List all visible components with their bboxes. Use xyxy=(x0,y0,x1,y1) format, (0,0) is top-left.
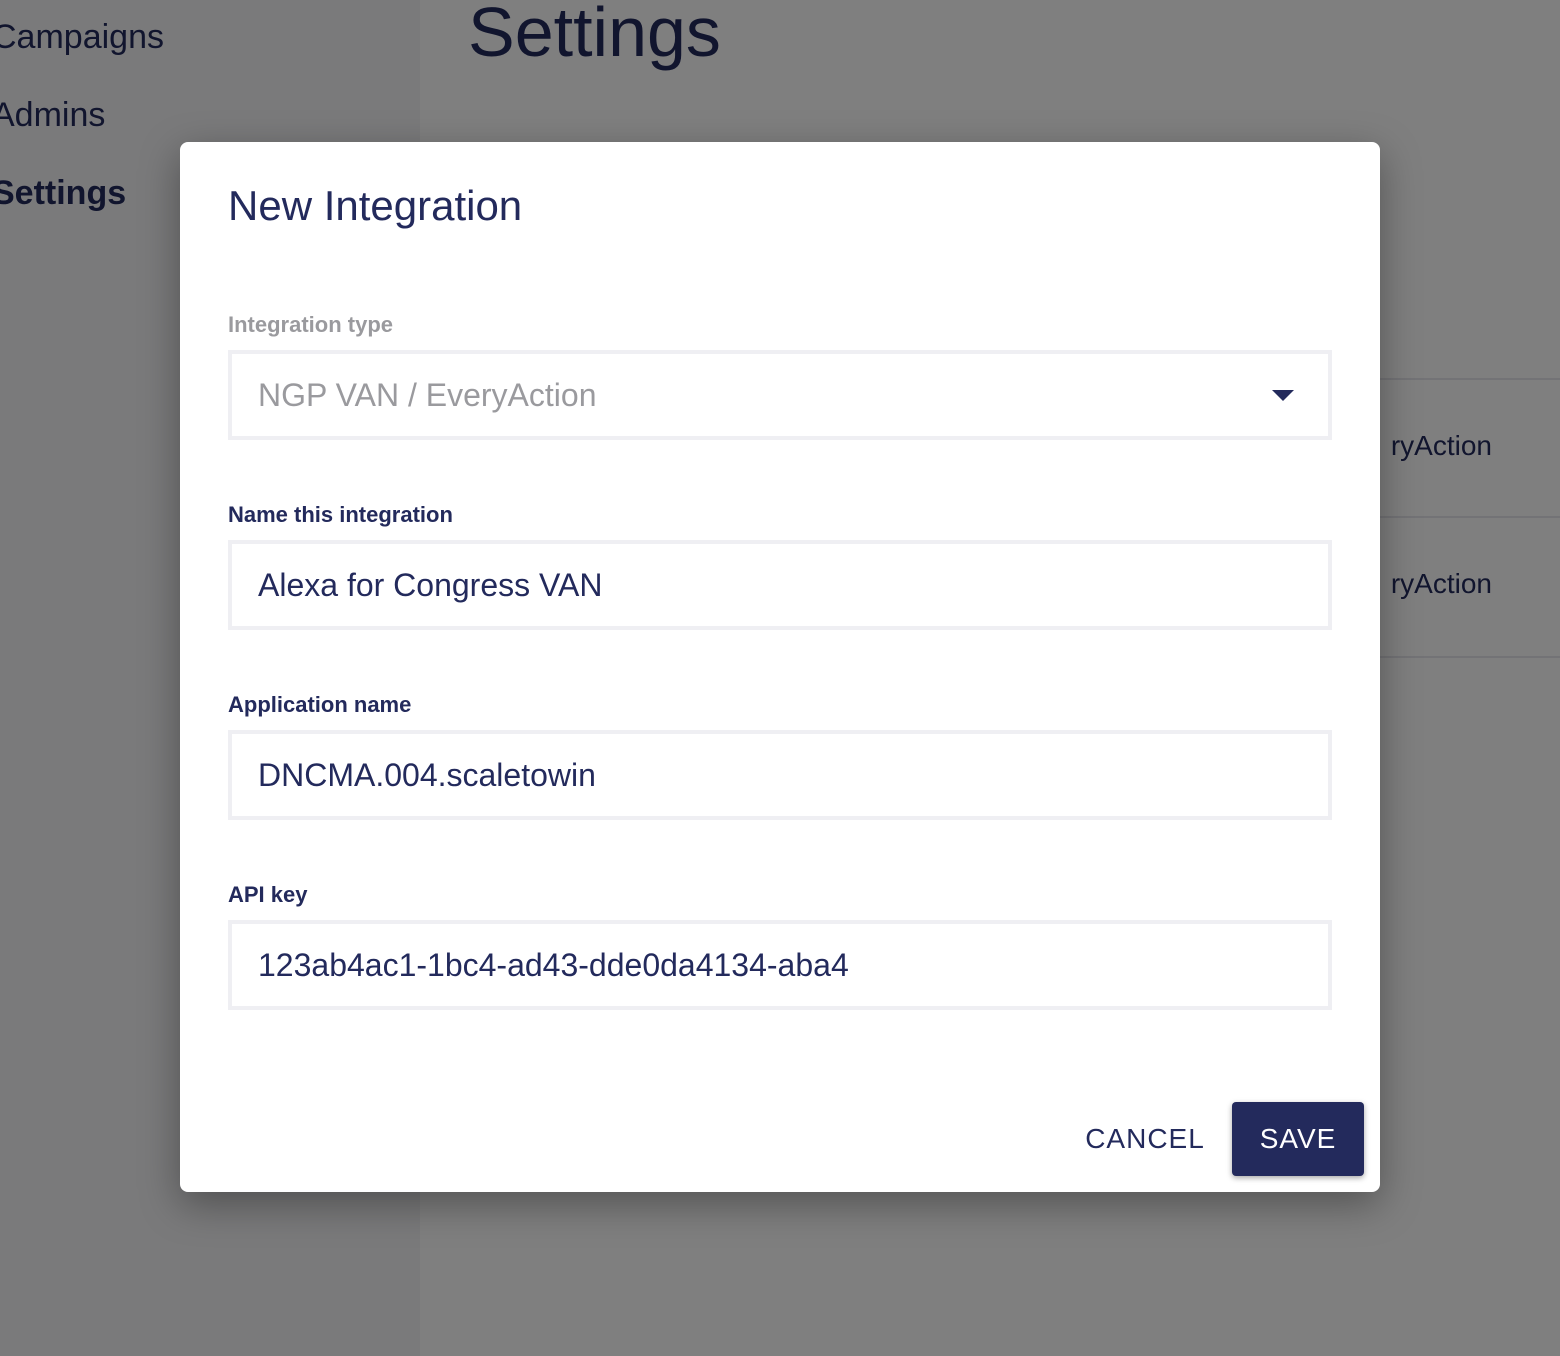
integration-type-value: NGP VAN / EveryAction xyxy=(258,377,597,413)
new-integration-dialog: New Integration Integration type NGP VAN… xyxy=(180,142,1380,1192)
integration-name-label: Name this integration xyxy=(228,502,453,527)
integration-name-input[interactable] xyxy=(258,544,1298,626)
application-name-label: Application name xyxy=(228,692,412,717)
api-key-input[interactable] xyxy=(258,924,1298,1006)
cancel-button[interactable]: CANCEL xyxy=(1078,1102,1212,1176)
chevron-down-icon xyxy=(1272,390,1294,401)
api-key-field-box xyxy=(228,920,1332,1010)
application-name-field-box xyxy=(228,730,1332,820)
integration-type-label: Integration type xyxy=(228,312,394,337)
api-key-label: API key xyxy=(228,882,308,907)
app-root: Campaigns Admins Settings Settings ryAct… xyxy=(0,0,1560,1356)
integration-name-field-box xyxy=(228,540,1332,630)
integration-type-select[interactable]: NGP VAN / EveryAction xyxy=(228,350,1332,440)
application-name-input[interactable] xyxy=(258,734,1298,816)
dialog-title: New Integration xyxy=(228,182,523,229)
save-button[interactable]: SAVE xyxy=(1232,1102,1364,1176)
